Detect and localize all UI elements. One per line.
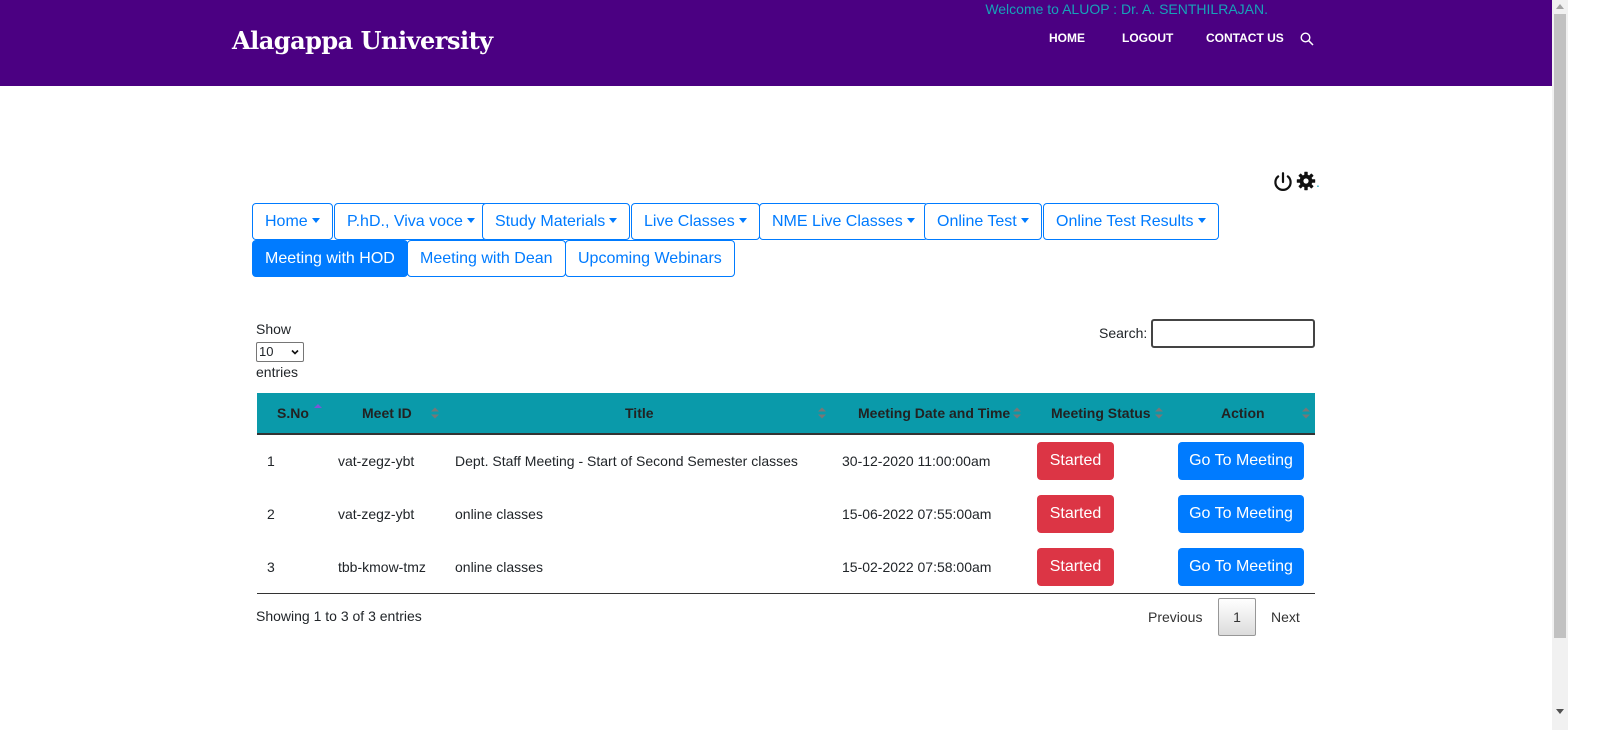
caret-down-icon [906,218,915,223]
table-header: S.No Meet ID Title Meeting Date and Time… [257,393,1315,435]
menu-study-materials-label: Study Materials [495,213,606,230]
page-size-value: 10 [259,344,274,359]
nav-logout-link[interactable]: LOGOUT [1122,31,1173,47]
menu-online-test-label: Online Test [937,213,1017,230]
show-label: Show [256,321,292,337]
go-to-meeting-button[interactable]: Go To Meeting [1178,442,1304,480]
caret-down-icon [609,218,618,223]
caret-down-icon [1020,218,1029,223]
menu-live-classes-label: Live Classes [644,213,735,230]
pagination-page-1[interactable]: 1 [1218,598,1256,636]
status-started-button[interactable]: Started [1037,442,1114,480]
caret-down-icon [738,218,747,223]
sort-asc-icon [314,404,322,408]
status-started-button[interactable]: Started [1037,495,1114,533]
vertical-scrollbar[interactable] [1552,0,1568,730]
menu-online-test-dropdown[interactable]: Online Test [924,203,1042,240]
cell-sno: 3 [267,559,275,575]
go-to-meeting-button[interactable]: Go To Meeting [1178,548,1304,586]
cell-title: online classes [455,506,543,522]
th-title[interactable]: Title [625,405,654,421]
caret-down-icon [466,218,475,223]
cell-datetime: 15-06-2022 07:55:00am [842,506,992,522]
menu-meeting-with-dean[interactable]: Meeting with Dean [407,240,566,277]
power-icon[interactable] [1272,171,1294,193]
menu-home-label: Home [265,213,308,230]
sort-icon [1155,407,1163,419]
chevron-down-icon [291,349,299,355]
nav-home-link[interactable]: HOME [1049,31,1085,47]
th-action[interactable]: Action [1221,405,1265,421]
search-label: Search: [1099,325,1148,341]
welcome-message: Welcome to ALUOP : Dr. A. SENTHILRAJAN. [985,1,1268,17]
cell-title: online classes [455,559,543,575]
cell-meet-id: vat-zegz-ybt [338,453,415,469]
cell-sno: 1 [267,453,275,469]
entries-label: entries [256,364,299,380]
page-size-select[interactable]: 10 [256,342,304,362]
cell-datetime: 15-02-2022 07:58:00am [842,559,992,575]
cell-sno: 2 [267,506,275,522]
search-icon[interactable] [1300,32,1314,46]
menu-home-dropdown[interactable]: Home [252,203,333,240]
menu-live-classes-dropdown[interactable]: Live Classes [631,203,760,240]
menu-nme-live-classes-label: NME Live Classes [772,213,903,230]
pagination-previous[interactable]: Previous [1148,609,1202,625]
sort-icon [1013,407,1021,419]
scroll-up-arrow-icon[interactable] [1556,4,1564,9]
search-input[interactable] [1151,319,1315,348]
menu-phd-viva-label: P.hD., Viva voce [347,213,463,230]
th-sno[interactable]: S.No [277,405,309,421]
cell-datetime: 30-12-2020 11:00:00am [842,453,991,469]
scrollbar-thumb[interactable] [1554,14,1566,638]
welcome-trailing-dot: . [1316,174,1320,190]
table-info: Showing 1 to 3 of 3 entries [256,608,422,624]
pagination-next[interactable]: Next [1271,609,1300,625]
menu-study-materials-dropdown[interactable]: Study Materials [482,203,631,240]
caret-down-icon [1197,218,1206,223]
status-started-button[interactable]: Started [1037,548,1114,586]
cell-title: Dept. Staff Meeting - Start of Second Se… [455,453,798,469]
th-meet-id[interactable]: Meet ID [362,405,412,421]
site-brand[interactable]: Alagappa University [232,26,493,55]
th-meeting-status[interactable]: Meeting Status [1051,405,1151,421]
menu-online-test-results-dropdown[interactable]: Online Test Results [1043,203,1219,240]
go-to-meeting-button[interactable]: Go To Meeting [1178,495,1304,533]
menu-upcoming-webinars[interactable]: Upcoming Webinars [565,240,735,277]
menu-nme-live-classes-dropdown[interactable]: NME Live Classes [759,203,928,240]
cell-meet-id: vat-zegz-ybt [338,506,415,522]
th-meeting-datetime[interactable]: Meeting Date and Time [858,405,1010,421]
caret-down-icon [311,218,320,223]
sort-icon [818,407,826,419]
menu-meeting-with-hod[interactable]: Meeting with HOD [252,240,408,277]
site-header: Alagappa University HOME LOGOUT CONTACT … [0,0,1552,86]
nav-contact-link[interactable]: CONTACT US [1206,31,1284,47]
menu-online-test-results-label: Online Test Results [1056,213,1194,230]
scroll-down-arrow-icon[interactable] [1556,709,1564,714]
sort-icon [1302,407,1310,419]
menu-phd-viva-dropdown[interactable]: P.hD., Viva voce [334,203,488,240]
page: Alagappa University HOME LOGOUT CONTACT … [0,0,1552,730]
sort-icon [431,407,439,419]
gear-icon[interactable] [1296,171,1316,191]
cell-meet-id: tbb-kmow-tmz [338,559,426,575]
table-bottom-border [257,593,1315,594]
